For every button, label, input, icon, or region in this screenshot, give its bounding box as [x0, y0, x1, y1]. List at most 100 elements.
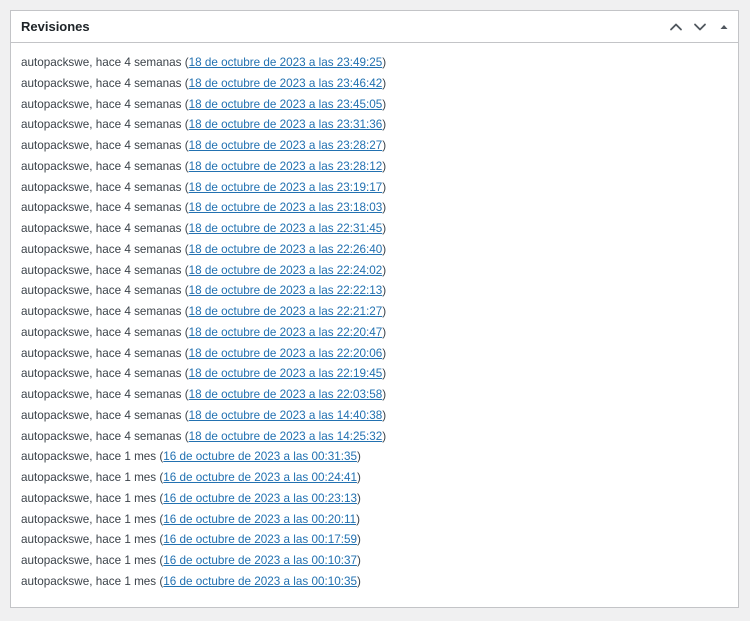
revision-date-link[interactable]: 18 de octubre de 2023 a las 22:21:27: [189, 305, 383, 318]
revision-age: hace 4 semanas: [95, 429, 182, 443]
revision-age: hace 4 semanas: [95, 367, 182, 381]
move-up-button[interactable]: [664, 12, 688, 42]
revision-date-link[interactable]: 18 de octubre de 2023 a las 23:31:36: [189, 118, 383, 131]
revision-age: hace 1 mes: [95, 450, 157, 464]
revision-author: autopackswe: [21, 159, 90, 173]
caret-up-icon: [719, 22, 729, 32]
revision-author: autopackswe: [21, 263, 90, 277]
revision-list: autopackswe, hace 4 semanas (18 de octub…: [21, 53, 728, 593]
revision-age: hace 4 semanas: [95, 325, 182, 339]
revision-author: autopackswe: [21, 429, 90, 443]
revision-age: hace 4 semanas: [95, 139, 182, 152]
revision-date-link[interactable]: 16 de octubre de 2023 a las 00:20:11: [163, 513, 356, 526]
revision-author: autopackswe: [21, 305, 90, 318]
revision-item: autopackswe, hace 4 semanas (18 de octub…: [21, 159, 387, 173]
revision-author: autopackswe: [21, 56, 90, 69]
revision-age: hace 4 semanas: [95, 159, 182, 173]
revision-author: autopackswe: [21, 471, 90, 484]
revision-item: autopackswe, hace 4 semanas (18 de octub…: [21, 263, 387, 277]
revision-date-link[interactable]: 16 de octubre de 2023 a las 00:10:37: [163, 554, 357, 567]
revision-date-link[interactable]: 18 de octubre de 2023 a las 22:24:02: [189, 264, 383, 277]
revision-date-link[interactable]: 18 de octubre de 2023 a las 14:25:32: [189, 430, 383, 443]
revision-age: hace 4 semanas: [95, 118, 182, 132]
revision-age: hace 4 semanas: [95, 97, 182, 111]
revision-item: autopackswe, hace 1 mes (16 de octubre d…: [21, 491, 361, 505]
revision-age: hace 4 semanas: [95, 346, 182, 360]
revision-author: autopackswe: [21, 201, 90, 215]
revision-date-link[interactable]: 18 de octubre de 2023 a las 23:46:42: [189, 77, 383, 90]
revision-age: hace 1 mes: [95, 512, 157, 526]
revision-author: autopackswe: [21, 97, 90, 111]
revision-age: hace 4 semanas: [95, 408, 182, 422]
revision-age: hace 1 mes: [95, 491, 157, 505]
revision-author: autopackswe: [21, 388, 90, 401]
revision-date-link[interactable]: 18 de octubre de 2023 a las 22:03:58: [189, 388, 383, 401]
revision-author: autopackswe: [21, 491, 90, 505]
revision-date-link[interactable]: 18 de octubre de 2023 a las 23:45:05: [189, 98, 383, 111]
revision-age: hace 4 semanas: [95, 242, 182, 256]
revision-author: autopackswe: [21, 408, 90, 422]
panel-header: Revisiones: [11, 11, 738, 43]
revision-date-link[interactable]: 18 de octubre de 2023 a las 22:31:45: [189, 222, 383, 235]
revision-age: hace 4 semanas: [95, 263, 182, 277]
revision-item: autopackswe, hace 4 semanas (18 de octub…: [21, 388, 387, 401]
revision-author: autopackswe: [21, 512, 90, 526]
toggle-panel-button[interactable]: [712, 12, 736, 42]
revision-author: autopackswe: [21, 533, 90, 547]
revision-author: autopackswe: [21, 574, 90, 588]
revision-item: autopackswe, hace 4 semanas (18 de octub…: [21, 180, 387, 194]
revision-item: autopackswe, hace 1 mes (16 de octubre d…: [21, 471, 361, 484]
revision-date-link[interactable]: 18 de octubre de 2023 a las 14:40:38: [189, 409, 383, 422]
revision-date-link[interactable]: 16 de octubre de 2023 a las 00:23:13: [163, 492, 357, 505]
move-down-button[interactable]: [688, 12, 712, 42]
revision-date-link[interactable]: 18 de octubre de 2023 a las 22:22:13: [189, 284, 383, 297]
revision-item: autopackswe, hace 1 mes (16 de octubre d…: [21, 574, 361, 588]
revision-age: hace 1 mes: [95, 533, 157, 547]
revision-date-link[interactable]: 16 de octubre de 2023 a las 00:10:35: [163, 575, 357, 588]
revision-author: autopackswe: [21, 242, 90, 256]
revision-item: autopackswe, hace 4 semanas (18 de octub…: [21, 76, 387, 90]
revision-item: autopackswe, hace 4 semanas (18 de octub…: [21, 305, 387, 318]
revision-age: hace 4 semanas: [95, 284, 182, 298]
revision-age: hace 1 mes: [95, 554, 157, 567]
revision-author: autopackswe: [21, 346, 90, 360]
revision-item: autopackswe, hace 4 semanas (18 de octub…: [21, 201, 387, 215]
revision-item: autopackswe, hace 1 mes (16 de octubre d…: [21, 554, 361, 567]
revisions-panel: Revisiones autopackswe, hace 4 semanas (…: [10, 10, 739, 608]
revision-item: autopackswe, hace 4 semanas (18 de octub…: [21, 346, 387, 360]
revision-item: autopackswe, hace 4 semanas (18 de octub…: [21, 242, 387, 256]
revision-item: autopackswe, hace 4 semanas (18 de octub…: [21, 408, 387, 422]
revision-item: autopackswe, hace 1 mes (16 de octubre d…: [21, 512, 360, 526]
revision-date-link[interactable]: 18 de octubre de 2023 a las 22:20:47: [189, 326, 383, 339]
revision-date-link[interactable]: 18 de octubre de 2023 a las 23:18:03: [189, 201, 383, 214]
revision-item: autopackswe, hace 4 semanas (18 de octub…: [21, 325, 387, 339]
revision-date-link[interactable]: 18 de octubre de 2023 a las 23:28:12: [189, 160, 383, 173]
revision-date-link[interactable]: 18 de octubre de 2023 a las 23:19:17: [189, 181, 383, 194]
revision-author: autopackswe: [21, 325, 90, 339]
revision-author: autopackswe: [21, 180, 90, 194]
revision-date-link[interactable]: 18 de octubre de 2023 a las 22:26:40: [189, 243, 383, 256]
revision-age: hace 4 semanas: [95, 56, 182, 69]
revision-age: hace 4 semanas: [95, 201, 182, 215]
revision-date-link[interactable]: 18 de octubre de 2023 a las 23:49:25: [189, 56, 383, 69]
revision-date-link[interactable]: 16 de octubre de 2023 a las 00:24:41: [163, 471, 357, 484]
revision-date-link[interactable]: 18 de octubre de 2023 a las 23:28:27: [189, 139, 383, 152]
revision-author: autopackswe: [21, 450, 90, 464]
revision-age: hace 4 semanas: [95, 76, 182, 90]
revision-item: autopackswe, hace 4 semanas (18 de octub…: [21, 56, 387, 69]
revision-age: hace 4 semanas: [95, 222, 182, 235]
revision-author: autopackswe: [21, 222, 90, 235]
panel-handle-actions: [664, 11, 736, 42]
revision-author: autopackswe: [21, 284, 90, 298]
revision-item: autopackswe, hace 4 semanas (18 de octub…: [21, 222, 387, 235]
revision-date-link[interactable]: 18 de octubre de 2023 a las 22:19:45: [189, 367, 383, 380]
revision-age: hace 4 semanas: [95, 180, 182, 194]
revision-date-link[interactable]: 16 de octubre de 2023 a las 00:31:35: [163, 450, 357, 463]
revision-date-link[interactable]: 16 de octubre de 2023 a las 00:17:59: [163, 533, 357, 546]
revision-age: hace 1 mes: [95, 574, 157, 588]
revision-author: autopackswe: [21, 118, 90, 132]
revision-author: autopackswe: [21, 139, 90, 152]
revision-author: autopackswe: [21, 76, 90, 90]
revision-date-link[interactable]: 18 de octubre de 2023 a las 22:20:06: [189, 347, 383, 360]
chevron-down-icon: [693, 20, 707, 34]
